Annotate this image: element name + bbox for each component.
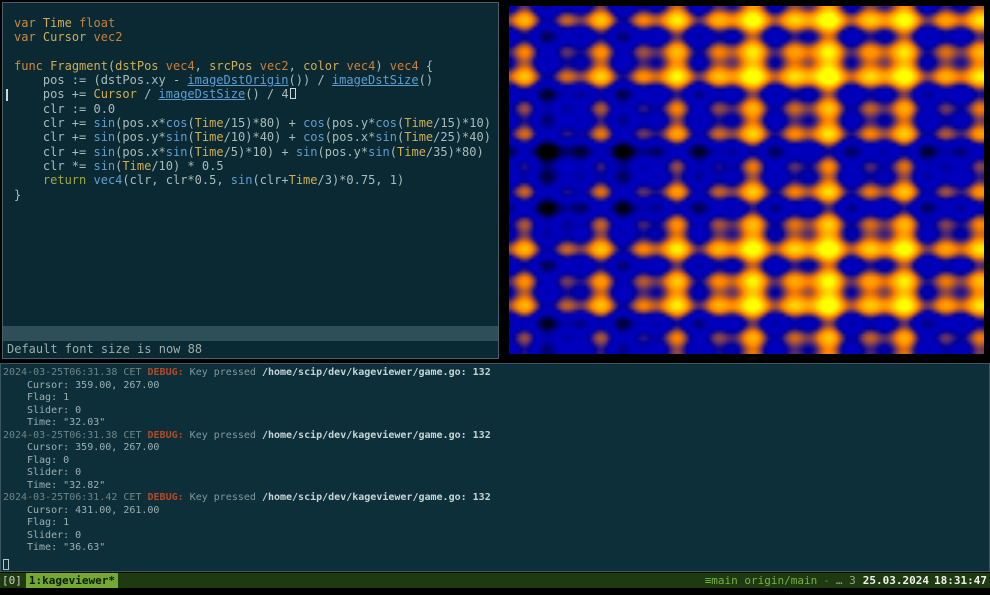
log-entry: 2024-03-25T06:31.38 CET DEBUG: Key press… xyxy=(3,430,989,493)
log-field: Time: "32.82" xyxy=(3,480,989,493)
log-field: Slider: 0 xyxy=(3,467,989,480)
terminal-cursor xyxy=(3,559,9,570)
log-event-text: Key pressed xyxy=(190,430,256,441)
log-field: Cursor: 431.00, 261.00 xyxy=(3,505,989,518)
log-entry-header: 2024-03-25T06:31.38 CET DEBUG: Key press… xyxy=(3,430,989,443)
code-area[interactable]: var Time floatvar Cursor vec2 func Fragme… xyxy=(3,3,498,325)
code-line: clr *= sin(Time/10) * 0.5 xyxy=(14,159,498,173)
log-entry-header: 2024-03-25T06:31.42 CET DEBUG: Key press… xyxy=(3,492,989,505)
log-content: 2024-03-25T06:31.38 CET DEBUG: Key press… xyxy=(1,364,989,555)
status-dash: - xyxy=(823,573,830,588)
status-count: … 3 xyxy=(836,573,856,588)
log-source-path: /home/scip/dev/kageviewer/game.go: 132 xyxy=(262,492,491,503)
tmux-status-bar: [0]1:kageviewer* ≡main origin/main-… 3 25.… xyxy=(0,573,990,588)
log-timestamp: 2024-03-25T06:31.38 CET xyxy=(3,430,141,441)
log-field: Flag: 0 xyxy=(3,455,989,468)
log-source-path: /home/scip/dev/kageviewer/game.go: 132 xyxy=(262,430,491,441)
fringe-cursor-bar xyxy=(6,89,8,101)
code-line: } xyxy=(14,188,498,202)
status-clock: 18:31:47 xyxy=(934,573,987,588)
code-line: clr += sin(pos.x*sin(Time/5)*10) + sin(p… xyxy=(14,145,498,159)
log-entry: 2024-03-25T06:31.42 CET DEBUG: Key press… xyxy=(3,492,989,555)
emacs-modeline: -:---ebiten.kageBot 26:38(Kage shader sc… xyxy=(3,326,498,341)
terminal-cursor-line xyxy=(1,555,989,568)
log-field: Time: "32.03" xyxy=(3,417,989,430)
log-level-badge: DEBUG: xyxy=(148,430,184,441)
code-line: clr += sin(pos.x*cos(Time/15)*80) + cos(… xyxy=(14,116,498,130)
tmux-screen: { "editor": { "code_lines": [ {"tokens":… xyxy=(0,0,990,595)
log-field: Cursor: 359.00, 267.00 xyxy=(3,442,989,455)
shader-preview-pane[interactable] xyxy=(505,2,988,358)
editor-cursor xyxy=(290,88,296,99)
log-pane[interactable]: 2024-03-25T06:31.38 CET DEBUG: Key press… xyxy=(0,363,990,572)
log-entry: 2024-03-25T06:31.38 CET DEBUG: Key press… xyxy=(3,367,989,430)
log-field: Slider: 0 xyxy=(3,530,989,543)
echo-area-message: Default font size is now 88 xyxy=(3,341,498,358)
shader-output-canvas[interactable] xyxy=(509,6,984,354)
log-level-badge: DEBUG: xyxy=(148,492,184,503)
window-tab-kageviewer[interactable]: 1:kageviewer* xyxy=(26,573,118,588)
log-field: Time: "36.63" xyxy=(3,542,989,555)
session-index: [0] xyxy=(0,573,26,588)
log-field: Slider: 0 xyxy=(3,405,989,418)
code-line xyxy=(14,45,498,59)
code-line: clr := 0.0 xyxy=(14,102,498,116)
code-line: var Cursor vec2 xyxy=(14,30,498,44)
log-event-text: Key pressed xyxy=(190,492,256,503)
code-line: pos += Cursor / imageDstSize() / 4 xyxy=(14,87,498,101)
log-event-text: Key pressed xyxy=(190,367,256,378)
code-line: clr += sin(pos.y*sin(Time/10)*40) + cos(… xyxy=(14,130,498,144)
log-level-badge: DEBUG: xyxy=(148,367,184,378)
status-date: 25.03.2024 xyxy=(863,573,929,588)
code-line: var Time float xyxy=(14,16,498,30)
log-field: Flag: 1 xyxy=(3,392,989,405)
code-line: func Fragment(dstPos vec4, srcPos vec2, … xyxy=(14,59,498,73)
code-line: return vec4(clr, clr*0.5, sin(clr+Time/3… xyxy=(14,173,498,187)
git-branch-label: ≡main origin/main xyxy=(705,573,818,588)
code-line: pos := (dstPos.xy - imageDstOrigin()) / … xyxy=(14,73,498,87)
log-timestamp: 2024-03-25T06:31.38 CET xyxy=(3,367,141,378)
log-entry-header: 2024-03-25T06:31.38 CET DEBUG: Key press… xyxy=(3,367,989,380)
log-field: Cursor: 359.00, 267.00 xyxy=(3,380,989,393)
log-timestamp: 2024-03-25T06:31.42 CET xyxy=(3,492,141,503)
log-source-path: /home/scip/dev/kageviewer/game.go: 132 xyxy=(262,367,491,378)
editor-pane[interactable]: var Time floatvar Cursor vec2 func Fragme… xyxy=(2,2,499,359)
log-field: Flag: 1 xyxy=(3,517,989,530)
